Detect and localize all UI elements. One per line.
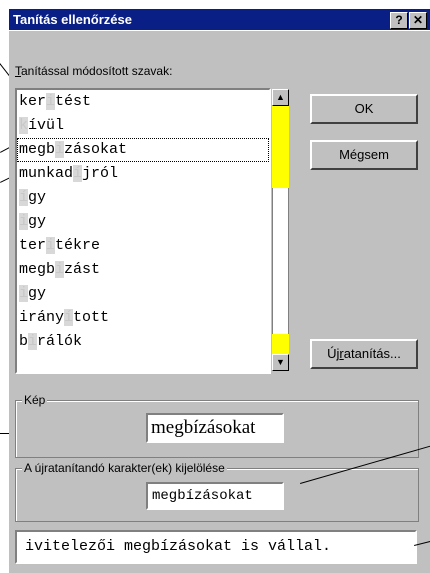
arrow-down-icon: ▼ [276, 357, 285, 367]
window-title: Tanítás ellenőrzése [13, 12, 132, 27]
list-item-text-before: irány [19, 309, 65, 326]
image-group: Kép megbízásokat [15, 393, 419, 458]
list-item-text-before: b [19, 333, 29, 350]
list-item-marked-char: i [46, 237, 56, 254]
image-word-box: megbízásokat [146, 413, 284, 443]
list-item-text-after: ívül [28, 117, 65, 134]
retrain-chars-group: A újratanítandó karakter(ek) kijelölése … [15, 461, 419, 522]
title-bar: Tanítás ellenőrzése ? ✕ [9, 9, 430, 30]
context-line: ivitelezői megbízásokat is vállal. [25, 538, 332, 555]
retrain-button[interactable]: Újratanítás... [310, 339, 418, 369]
list-item-marked-char: i [55, 141, 65, 158]
list-item-text-before: megb [19, 261, 56, 278]
list-item-text-before: ker [19, 93, 47, 110]
arrow-up-icon: ▲ [276, 92, 285, 102]
retrain-chars-group-title: A újratanítandó karakter(ek) kijelölése [22, 461, 227, 475]
list-item-text-after: gy [28, 213, 47, 230]
training-check-dialog: Tanítás ellenőrzése ? ✕ Tanítással módos… [0, 0, 430, 573]
words-list-label: Tanítással módosított szavak: [15, 64, 172, 78]
scroll-highlight-bottom [272, 334, 289, 354]
list-item-text-after: zásokat [64, 141, 128, 158]
list-item-text-after: tott [73, 309, 110, 326]
list-item-text-before: munkad [19, 165, 74, 182]
list-item-marked-char: í [64, 309, 74, 326]
list-item-marked-char: k [19, 117, 29, 134]
words-list-label-text: anítással módosított szavak: [21, 64, 173, 78]
retrain-chars-input[interactable]: megbízásokat [146, 482, 284, 510]
list-item[interactable]: teritékre [17, 234, 269, 258]
list-item-marked-char: i [28, 333, 38, 350]
list-item[interactable]: munkadíjról [17, 162, 269, 186]
list-item-text-after: rálók [37, 333, 83, 350]
dialog-body: Tanítással módosított szavak: keritést kí… [9, 31, 430, 573]
list-item[interactable]: így [17, 186, 269, 210]
image-group-title: Kép [22, 393, 48, 407]
retrain-chars-word: megbízásokat [152, 488, 253, 504]
list-item-marked-char: i [19, 213, 29, 230]
list-item-marked-char: í [19, 189, 29, 206]
ok-button[interactable]: OK [310, 94, 418, 124]
list-item[interactable]: igy [17, 210, 269, 234]
modified-words-list[interactable]: keritést kívül megbizásokat munkadíjról így i… [15, 88, 271, 374]
list-item-text-after: gy [28, 285, 47, 302]
list-item-text-before: ter [19, 237, 47, 254]
retrain-label-rest: atanítás... [343, 346, 401, 361]
cancel-button[interactable]: Mégsem [310, 140, 418, 170]
scroll-up-button[interactable]: ▲ [272, 89, 289, 106]
list-item-text-after: tést [55, 93, 92, 110]
retrain-label-prefix: Új [327, 346, 340, 361]
list-item[interactable]: birálók [17, 330, 269, 354]
close-button[interactable]: ✕ [409, 12, 427, 29]
list-item[interactable]: irányított [17, 306, 269, 330]
list-item[interactable]: kívül [17, 114, 269, 138]
list-item-marked-char: i [19, 285, 29, 302]
list-item-text-after: gy [28, 189, 47, 206]
scroll-track[interactable] [272, 188, 289, 354]
list-item-marked-char: i [46, 93, 56, 110]
list-item-text-after: tékre [55, 237, 101, 254]
list-scrollbar[interactable]: ▲ ▼ [272, 89, 289, 371]
list-item[interactable]: megbizásokat [17, 138, 269, 162]
scroll-highlight-top [272, 106, 289, 188]
context-line-box: ivitelezői megbízásokat is vállal. [15, 530, 417, 564]
list-item[interactable]: megbizást [17, 258, 269, 282]
list-item-text-after: jról [82, 165, 119, 182]
list-item-marked-char: i [55, 261, 65, 278]
list-item-text-before: megb [19, 141, 56, 158]
image-word: megbízásokat [151, 417, 256, 438]
scroll-down-button[interactable]: ▼ [272, 354, 289, 371]
list-item[interactable]: igy [17, 282, 269, 306]
help-button[interactable]: ? [390, 12, 408, 29]
list-item[interactable]: keritést [17, 90, 269, 114]
list-item-marked-char: í [73, 165, 83, 182]
list-item-text-after: zást [64, 261, 101, 278]
